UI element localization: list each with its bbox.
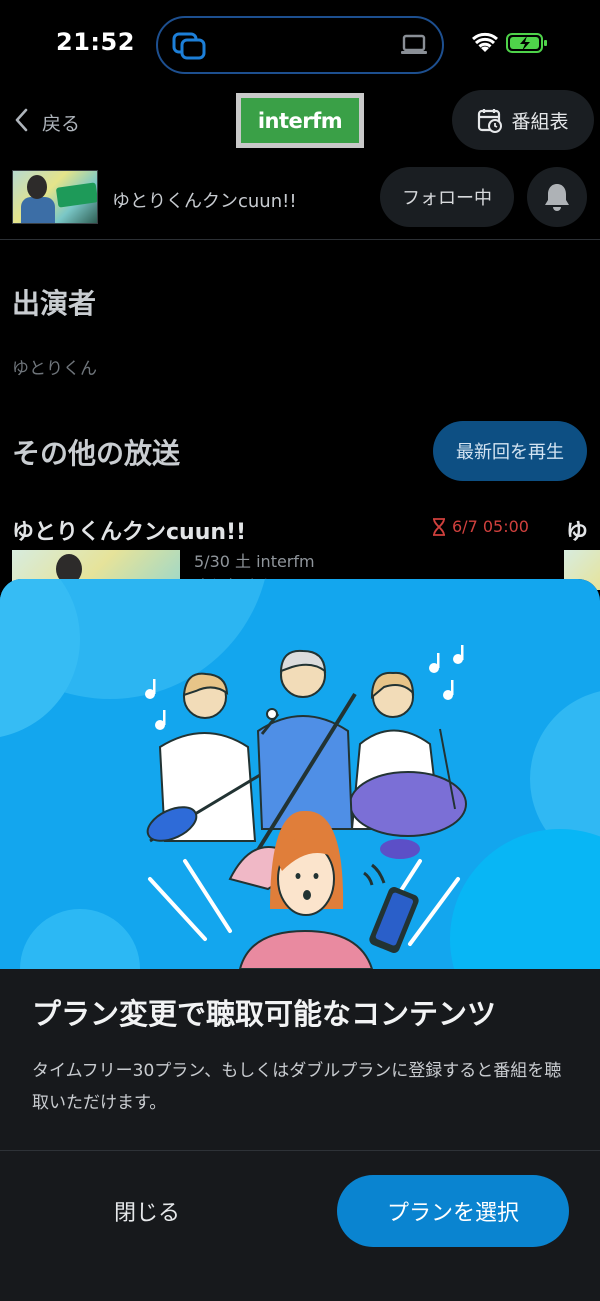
plan-change-modal: プラン変更で聴取可能なコンテンツ タイムフリー30プラン、もしくはダブルプランに… bbox=[0, 579, 600, 1301]
select-plan-button[interactable]: プランを選択 bbox=[337, 1175, 569, 1247]
modal-title: プラン変更で聴取可能なコンテンツ bbox=[32, 997, 497, 1031]
performers-heading: 出演者 bbox=[12, 287, 97, 320]
program-thumbnail bbox=[12, 170, 98, 224]
logo-text: interfm bbox=[241, 98, 359, 143]
performer-name[interactable]: ゆとりくん bbox=[12, 354, 97, 379]
back-button[interactable]: 戻る bbox=[14, 102, 80, 142]
back-label: 戻る bbox=[42, 112, 81, 135]
calendar-icon bbox=[478, 109, 503, 133]
dynamic-island bbox=[156, 16, 444, 74]
other-broadcasts-heading: その他の放送 bbox=[12, 437, 181, 470]
band-illustration bbox=[0, 579, 600, 969]
screen-mirroring-icon bbox=[172, 32, 206, 64]
chevron-left-icon bbox=[14, 108, 28, 137]
station-logo: interfm bbox=[236, 93, 364, 148]
wifi-icon bbox=[472, 32, 498, 58]
modal-divider bbox=[0, 1150, 600, 1151]
status-time: 21:52 bbox=[56, 28, 135, 56]
status-bar: 21:52 bbox=[0, 0, 600, 88]
modal-description: タイムフリー30プラン、もしくはダブルプランに登録すると番組を聴取いただけます。 bbox=[32, 1061, 562, 1113]
program-title: ゆとりくんクンcuun!! bbox=[112, 191, 297, 212]
schedule-label: 番組表 bbox=[511, 110, 569, 133]
episode-title[interactable]: ゆとりくんクンcuun!! bbox=[12, 514, 246, 546]
laptop-icon bbox=[400, 34, 428, 60]
bell-icon bbox=[545, 184, 569, 211]
hourglass-icon bbox=[433, 517, 445, 536]
episode-date-station: 5/30 土 interfm bbox=[194, 552, 315, 571]
play-latest-button[interactable]: 最新回を再生 bbox=[433, 421, 587, 481]
episode-deadline: 6/7 05:00 bbox=[432, 517, 529, 536]
episode-title-next[interactable]: ゆ bbox=[566, 514, 588, 546]
battery-charging-icon bbox=[506, 32, 548, 58]
close-button[interactable]: 閉じる bbox=[60, 1175, 234, 1247]
schedule-button[interactable]: 番組表 bbox=[452, 90, 594, 150]
notification-button[interactable] bbox=[527, 167, 587, 227]
deadline-text: 6/7 05:00 bbox=[452, 517, 529, 536]
divider bbox=[0, 239, 600, 240]
follow-button[interactable]: フォロー中 bbox=[380, 167, 514, 227]
